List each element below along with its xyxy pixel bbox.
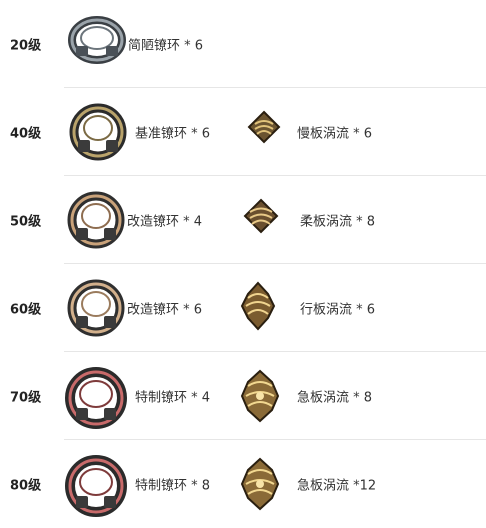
shackle-ring-icon xyxy=(65,367,127,429)
vortex-material-label: 慢板涡流 * 6 xyxy=(297,126,373,142)
material-requirements-list: 20级 简陋镣环 * 6 40级 基准镣环 * 6 慢板涡流 * 6 50级 改… xyxy=(0,0,486,526)
vortex-material-icon xyxy=(240,369,280,423)
vortex-material-label: 柔板涡流 * 8 xyxy=(300,214,376,230)
vortex-material-icon xyxy=(240,281,276,331)
level-label: 20级 xyxy=(10,38,42,54)
shackle-ring-icon xyxy=(69,103,127,161)
vortex-material-label: 急板涡流 *12 xyxy=(297,478,377,494)
vortex-material-label: 急板涡流 * 8 xyxy=(297,390,373,406)
level-row-80: 80级 特制镣环 * 8 急板涡流 *12 xyxy=(0,440,486,528)
vortex-material-icon xyxy=(247,110,281,144)
shackle-ring-icon xyxy=(65,455,127,517)
vortex-material-label: 行板涡流 * 6 xyxy=(300,302,376,318)
vortex-material-icon xyxy=(240,457,280,511)
level-row-50: 50级 改造镣环 * 4 柔板涡流 * 8 xyxy=(0,176,486,264)
level-label: 40级 xyxy=(10,126,42,142)
level-label: 70级 xyxy=(10,390,42,406)
shackle-ring-icon xyxy=(68,16,126,64)
ring-material-label: 基准镣环 * 6 xyxy=(135,126,211,142)
vortex-material-icon xyxy=(243,198,279,234)
shackle-ring-icon xyxy=(67,191,125,249)
shackle-ring-icon xyxy=(67,279,125,337)
level-row-70: 70级 特制镣环 * 4 急板涡流 * 8 xyxy=(0,352,486,440)
level-row-20: 20级 简陋镣环 * 6 xyxy=(0,0,486,88)
ring-material-label: 改造镣环 * 4 xyxy=(127,214,203,230)
ring-material-label: 改造镣环 * 6 xyxy=(127,302,203,318)
level-label: 60级 xyxy=(10,302,42,318)
level-row-40: 40级 基准镣环 * 6 慢板涡流 * 6 xyxy=(0,88,486,176)
level-label: 80级 xyxy=(10,478,42,494)
ring-material-label: 特制镣环 * 8 xyxy=(135,478,211,494)
ring-material-label: 简陋镣环 * 6 xyxy=(128,38,204,54)
ring-material-label: 特制镣环 * 4 xyxy=(135,390,211,406)
level-label: 50级 xyxy=(10,214,42,230)
level-row-60: 60级 改造镣环 * 6 行板涡流 * 6 xyxy=(0,264,486,352)
